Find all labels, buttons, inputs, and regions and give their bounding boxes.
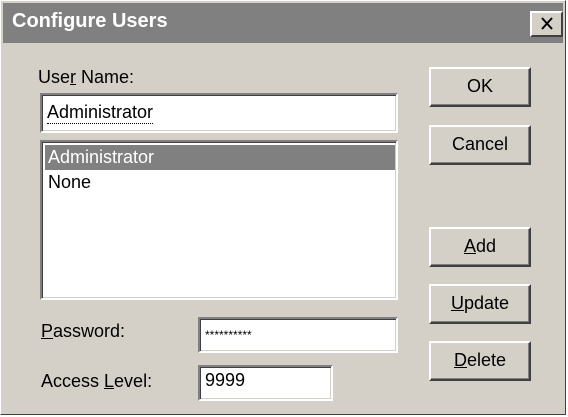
user-name-input[interactable]: Administrator: [40, 93, 398, 133]
password-value: **********: [205, 328, 252, 342]
user-name-label: User Name:: [38, 67, 135, 87]
add-button[interactable]: Add: [429, 227, 531, 267]
configure-users-dialog: Configure Users User Name: Administrator…: [0, 0, 566, 415]
close-icon: [541, 17, 553, 30]
password-label: Password:: [41, 321, 126, 341]
ok-button[interactable]: OK: [429, 67, 531, 107]
password-input[interactable]: **********: [198, 317, 398, 353]
list-item-none[interactable]: None: [45, 170, 395, 195]
delete-button[interactable]: Delete: [429, 341, 531, 381]
access-level-value: 9999: [205, 370, 246, 390]
title-bar[interactable]: Configure Users: [3, 3, 563, 43]
update-button[interactable]: Update: [429, 284, 531, 324]
dialog-title: Configure Users: [12, 10, 168, 32]
access-level-input[interactable]: 9999: [198, 365, 333, 401]
user-name-value: Administrator: [47, 102, 154, 124]
cancel-button[interactable]: Cancel: [429, 125, 531, 165]
close-button[interactable]: [530, 11, 563, 37]
access-level-label: Access Level:: [41, 371, 153, 391]
users-listbox[interactable]: Administrator None: [40, 140, 398, 300]
list-item-administrator[interactable]: Administrator: [45, 145, 395, 170]
